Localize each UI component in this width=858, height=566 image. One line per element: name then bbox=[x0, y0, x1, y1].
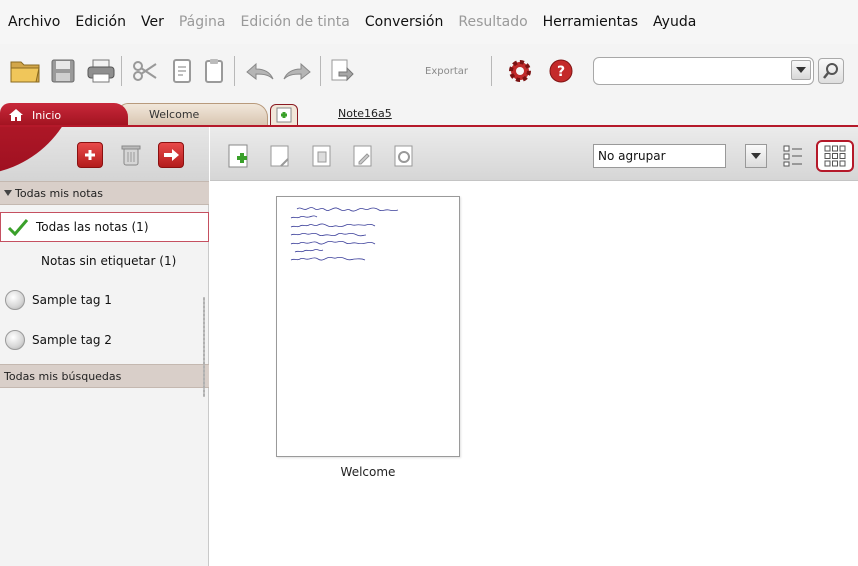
scissors-icon bbox=[133, 61, 157, 81]
new-tab-button[interactable] bbox=[270, 104, 298, 126]
chevron-down-icon bbox=[751, 153, 761, 159]
export-button[interactable] bbox=[328, 56, 356, 86]
splitter-handle[interactable] bbox=[203, 297, 205, 397]
new-note-icon bbox=[228, 144, 248, 168]
tab-welcome-label: Welcome bbox=[149, 108, 200, 121]
tag-action-button[interactable] bbox=[158, 142, 184, 168]
menu-resultado[interactable]: Resultado bbox=[458, 14, 527, 30]
menu-herramientas[interactable]: Herramientas bbox=[543, 14, 638, 30]
sidebar-item-sample-tag-1[interactable]: Sample tag 1 bbox=[0, 285, 209, 315]
menu-archivo[interactable]: Archivo bbox=[8, 14, 60, 30]
paste-button[interactable] bbox=[197, 56, 231, 86]
menu-conversion[interactable]: Conversión bbox=[365, 14, 444, 30]
note-edit-icon bbox=[270, 145, 289, 167]
copy-button[interactable] bbox=[165, 56, 199, 86]
main-toolbar: Exportar ? bbox=[0, 44, 858, 100]
new-note-button[interactable] bbox=[226, 143, 252, 169]
group-by-dropdown[interactable] bbox=[745, 144, 767, 168]
home-icon bbox=[9, 109, 23, 121]
undo-icon bbox=[246, 62, 274, 81]
new-note-icon bbox=[276, 107, 292, 123]
search-history-dropdown[interactable] bbox=[791, 60, 811, 80]
undo-button[interactable] bbox=[243, 56, 277, 86]
handwriting-preview bbox=[290, 207, 399, 261]
sidebar-item-label: Todas las notas (1) bbox=[36, 220, 149, 234]
export-icon bbox=[331, 59, 354, 82]
sidebar-item-sample-tag-2[interactable]: Sample tag 2 bbox=[0, 325, 209, 355]
menu-edicion-de-tinta[interactable]: Edición de tinta bbox=[240, 14, 349, 30]
note-title[interactable]: Welcome bbox=[276, 465, 460, 479]
gear-icon bbox=[509, 60, 531, 82]
trash-icon bbox=[121, 145, 141, 166]
sidebar-item-label: Notas sin etiquetar (1) bbox=[41, 254, 177, 268]
section-todas-mis-notas[interactable]: Todas mis notas bbox=[0, 181, 209, 205]
sidebar-item-todas-las-notas[interactable]: Todas las notas (1) bbox=[0, 212, 209, 242]
tag-circle-icon bbox=[5, 290, 25, 310]
search-icon bbox=[823, 63, 838, 79]
tab-inicio[interactable]: Inicio bbox=[0, 103, 128, 127]
triangle-down-icon bbox=[4, 190, 12, 196]
section-searches-label: Todas mis búsquedas bbox=[4, 369, 122, 383]
sync-note-button[interactable] bbox=[391, 143, 417, 169]
grid-view-icon bbox=[824, 145, 846, 167]
printer-icon bbox=[87, 59, 115, 83]
menu-ver[interactable]: Ver bbox=[141, 14, 164, 30]
left-sidebar: Todas mis notas Todas las notas (1) Nota… bbox=[0, 127, 209, 566]
rename-note-button[interactable] bbox=[350, 143, 376, 169]
menu-edicion[interactable]: Edición bbox=[75, 14, 126, 30]
refresh-icon bbox=[394, 145, 413, 167]
tab-welcome[interactable]: Welcome bbox=[118, 103, 268, 125]
floppy-disk-icon bbox=[51, 59, 75, 83]
group-by-select[interactable]: No agrupar bbox=[593, 144, 726, 168]
menu-bar: Archivo Edición Ver Página Edición de ti… bbox=[0, 0, 858, 44]
chevron-down-icon bbox=[796, 67, 806, 73]
notes-toolbar: No agrupar bbox=[210, 127, 858, 181]
add-tag-button[interactable] bbox=[77, 142, 103, 168]
folder-icon bbox=[10, 61, 40, 83]
note-thumbnail[interactable] bbox=[276, 196, 460, 457]
delete-tag-button[interactable] bbox=[118, 142, 144, 168]
save-button[interactable] bbox=[46, 56, 80, 86]
edit-note-button[interactable] bbox=[267, 143, 293, 169]
menu-pagina[interactable]: Página bbox=[179, 14, 226, 30]
sidebar-header bbox=[0, 127, 209, 181]
help-button[interactable]: ? bbox=[544, 56, 578, 86]
cut-button[interactable] bbox=[128, 56, 162, 86]
grid-view-button[interactable] bbox=[816, 140, 854, 172]
tab-note-link[interactable]: Note16a5 bbox=[338, 107, 392, 120]
menu-ayuda[interactable]: Ayuda bbox=[653, 14, 696, 30]
sidebar-item-notas-sin-etiquetar[interactable]: Notas sin etiquetar (1) bbox=[0, 246, 209, 276]
copy-icon bbox=[173, 59, 191, 83]
svg-text:?: ? bbox=[557, 64, 565, 80]
sidebar-item-label: Sample tag 2 bbox=[32, 333, 112, 347]
section-notes-label: Todas mis notas bbox=[15, 186, 104, 200]
search-button[interactable] bbox=[818, 58, 844, 84]
sidebar-item-label: Sample tag 1 bbox=[32, 293, 112, 307]
print-button[interactable] bbox=[84, 56, 118, 86]
section-todas-mis-busquedas[interactable]: Todas mis búsquedas bbox=[0, 364, 209, 388]
clipboard-icon bbox=[205, 59, 223, 83]
delete-note-button[interactable] bbox=[309, 143, 335, 169]
export-label[interactable]: Exportar bbox=[425, 66, 468, 77]
pencil-icon bbox=[353, 145, 372, 167]
redo-button[interactable] bbox=[280, 56, 314, 86]
arrow-right-icon bbox=[164, 149, 179, 161]
list-view-icon bbox=[783, 145, 802, 167]
redo-icon bbox=[283, 62, 311, 81]
search-input[interactable] bbox=[593, 57, 814, 85]
trash-icon bbox=[312, 145, 331, 167]
settings-button[interactable] bbox=[503, 56, 537, 86]
list-view-button[interactable] bbox=[781, 144, 805, 168]
checkmark-icon bbox=[7, 219, 29, 236]
tag-circle-icon bbox=[5, 330, 25, 350]
help-icon: ? bbox=[549, 59, 573, 83]
group-by-value: No agrupar bbox=[598, 149, 666, 163]
open-folder-button[interactable] bbox=[8, 56, 42, 86]
plus-icon bbox=[85, 150, 95, 160]
tab-inicio-label: Inicio bbox=[32, 108, 62, 122]
